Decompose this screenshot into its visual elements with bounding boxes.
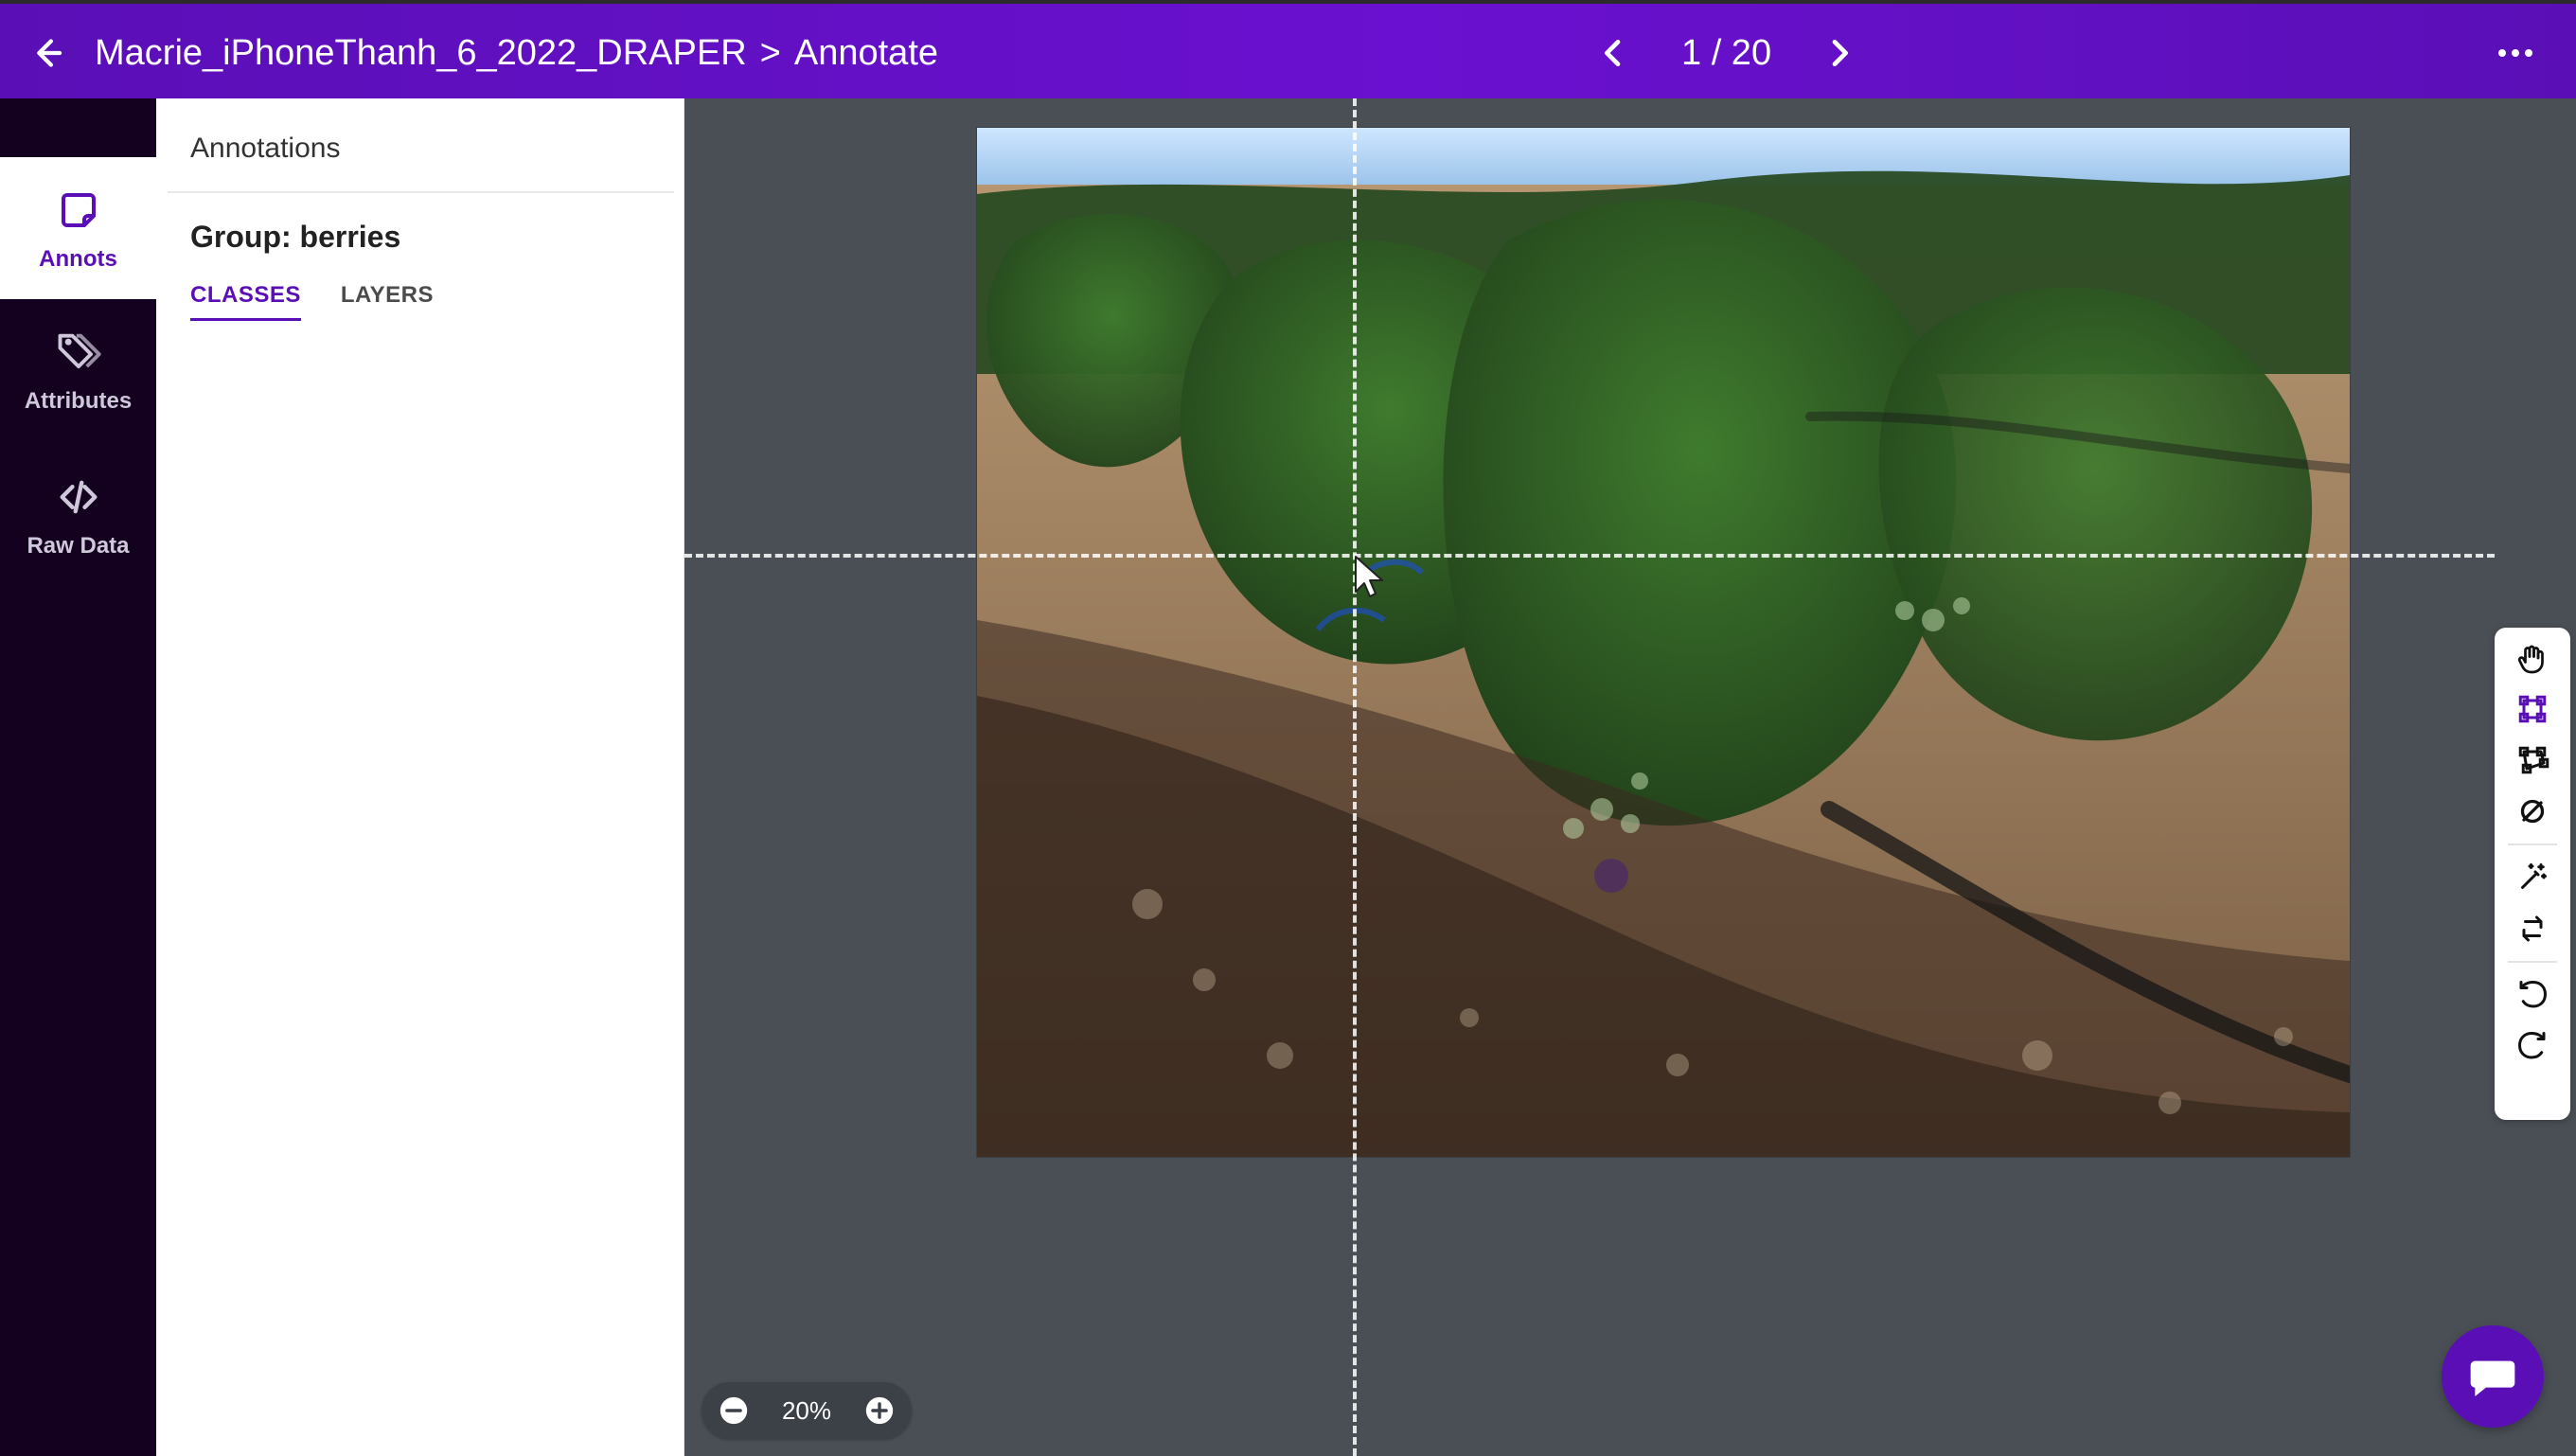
- more-menu-button[interactable]: [2489, 30, 2542, 76]
- chevron-left-icon: [1605, 40, 1621, 66]
- tool-undo[interactable]: [2507, 974, 2558, 1016]
- pager-text: 1 / 20: [1681, 32, 1772, 73]
- polygon-icon: [2518, 746, 2549, 774]
- tab-layers[interactable]: LAYERS: [341, 278, 434, 321]
- breadcrumb-project: Macrie_iPhoneThanh_6_2022_DRAPER: [95, 33, 747, 73]
- tool-separator: [2508, 843, 2557, 845]
- breadcrumb: Macrie_iPhoneThanh_6_2022_DRAPER > Annotat…: [95, 30, 938, 76]
- breadcrumb-separator: >: [759, 33, 781, 73]
- redo-icon: [2517, 1031, 2546, 1059]
- tool-redo[interactable]: [2507, 1025, 2558, 1067]
- left-rail: Annots Attributes Raw Data: [0, 98, 156, 1456]
- annotation-canvas[interactable]: 20%: [684, 98, 2576, 1456]
- tool-magic-wand[interactable]: [2507, 857, 2558, 898]
- prev-image-button[interactable]: [1590, 30, 1636, 76]
- zoom-level: 20%: [781, 1395, 832, 1425]
- group-title: Group: berries: [190, 220, 401, 254]
- rail-item-raw-data[interactable]: Raw Data: [0, 444, 156, 586]
- bounding-box-icon: [2518, 695, 2547, 723]
- rail-item-attributes[interactable]: Attributes: [0, 299, 156, 441]
- rail-top-spacer: [0, 98, 156, 157]
- back-button[interactable]: [23, 30, 68, 76]
- repeat-icon: [2522, 915, 2543, 942]
- tool-separator: [2508, 961, 2557, 963]
- zoom-control: 20%: [702, 1382, 912, 1439]
- annotations-panel: Annotations Group: berries CLASSES LAYER…: [156, 98, 684, 1456]
- breadcrumb-page: Annotate: [793, 33, 939, 73]
- more-horizontal-icon: [2498, 49, 2532, 57]
- rail-item-annots[interactable]: Annots: [0, 157, 156, 299]
- rail-item-label: Attributes: [24, 388, 133, 414]
- panel-divider: [168, 191, 674, 193]
- rail-item-label: Annots: [39, 246, 117, 272]
- panel-tabs: CLASSES LAYERS: [190, 278, 434, 321]
- chat-icon: [2470, 1360, 2515, 1396]
- panel-title: Annotations: [190, 133, 341, 164]
- tag-icon: [52, 326, 105, 379]
- plus-circle-icon: [865, 1396, 894, 1425]
- top-bar: Macrie_iPhoneThanh_6_2022_DRAPER > Annotat…: [0, 0, 2576, 98]
- annotation-app: Macrie_iPhoneThanh_6_2022_DRAPER > Annotat…: [0, 0, 2576, 1456]
- tool-palette: [2495, 628, 2570, 1120]
- tool-hand[interactable]: [2507, 637, 2558, 679]
- tool-bounding-box[interactable]: [2507, 688, 2558, 730]
- note-icon: [52, 184, 105, 237]
- blueberry-field-photo: [977, 128, 2350, 1157]
- magic-wand-icon: [2521, 863, 2547, 889]
- zoom-out-button[interactable]: [715, 1392, 753, 1429]
- zoom-in-button[interactable]: [861, 1392, 898, 1429]
- minus-circle-icon: [720, 1396, 748, 1425]
- chevron-right-icon: [1832, 40, 1849, 66]
- field-image[interactable]: [977, 128, 2350, 1157]
- tool-repeat[interactable]: [2507, 908, 2558, 950]
- undo-icon: [2519, 980, 2548, 1008]
- hand-icon: [2517, 645, 2544, 674]
- next-image-button[interactable]: [1817, 30, 1862, 76]
- tab-classes[interactable]: CLASSES: [190, 278, 301, 321]
- rail-item-label: Raw Data: [27, 533, 130, 559]
- arrow-left-icon: [37, 39, 62, 67]
- image-pager: 1 / 20: [1590, 27, 1862, 80]
- tool-circle-slash[interactable]: [2507, 790, 2558, 832]
- code-icon: [52, 471, 105, 524]
- tool-polygon[interactable]: [2507, 739, 2558, 781]
- circle-slash-icon: [2520, 799, 2545, 824]
- chat-launcher[interactable]: [2442, 1325, 2544, 1428]
